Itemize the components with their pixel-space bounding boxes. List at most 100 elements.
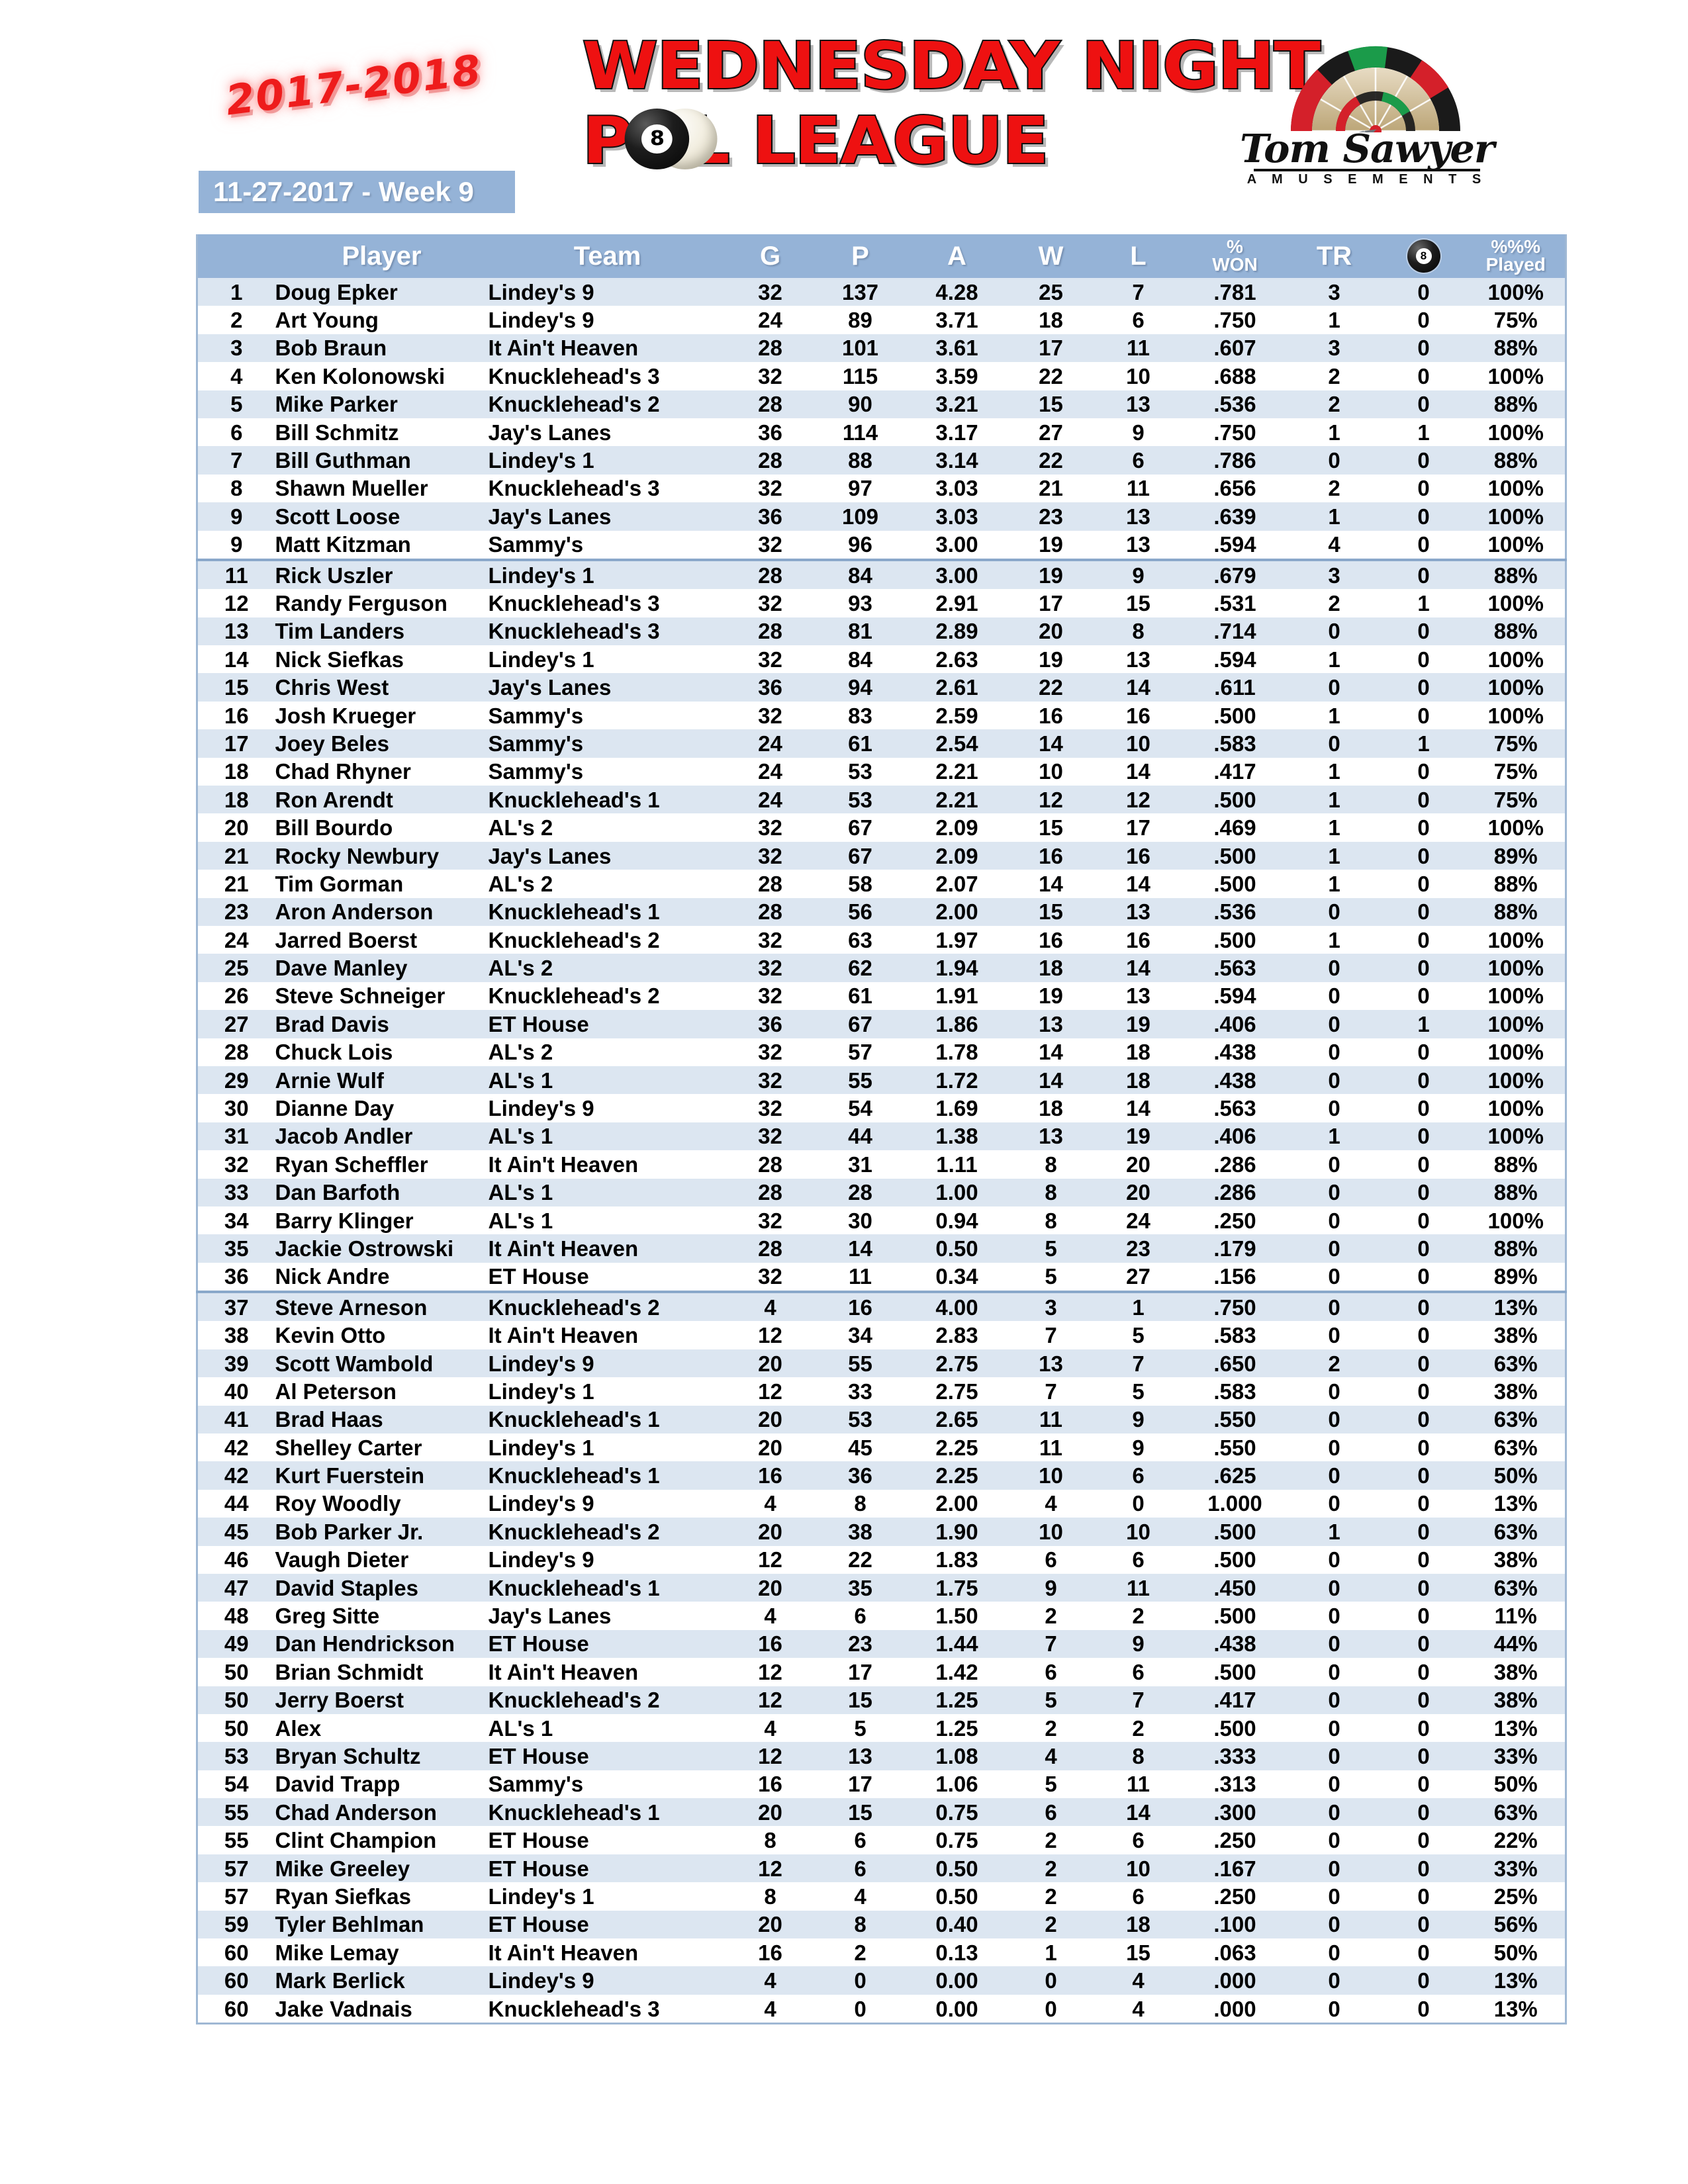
player-name-cell: Chad Anderson	[275, 1798, 489, 1827]
eight-ball-count-cell: 0	[1380, 954, 1467, 982]
points-cell: 84	[814, 645, 907, 674]
wins-cell: 18	[1007, 306, 1095, 334]
games-cell: 20	[726, 1433, 814, 1462]
col-header-losses: L	[1094, 234, 1182, 278]
average-cell: 1.50	[906, 1602, 1008, 1630]
average-cell: 3.00	[906, 530, 1008, 561]
wins-cell: 7	[1007, 1377, 1095, 1406]
table-runs-cell: 0	[1288, 729, 1381, 758]
table-row: 47 David Staples Knucklehead's 1 20 35 1.75 9 1…	[197, 1573, 1566, 1602]
eight-ball-count-cell: 0	[1380, 1489, 1467, 1518]
rank-cell: 50	[197, 1686, 275, 1714]
player-name-cell: Kevin Otto	[275, 1321, 489, 1349]
table-runs-cell: 0	[1288, 1150, 1381, 1179]
team-name-cell: Knucklehead's 2	[488, 1686, 727, 1714]
games-cell: 20	[726, 1798, 814, 1827]
losses-cell: 24	[1094, 1206, 1182, 1235]
table-runs-cell: 0	[1288, 1854, 1381, 1883]
player-standings-table: Player Team G P A W L % WON TR %%% Pla	[196, 234, 1567, 2025]
eight-ball-count-cell: 0	[1380, 1461, 1467, 1490]
title-line-1: WEDNESDAY NIGHT	[581, 28, 1322, 103]
team-name-cell: Knucklehead's 1	[488, 786, 727, 814]
points-cell: 137	[814, 278, 907, 306]
average-cell: 2.21	[906, 786, 1008, 814]
percent-won-cell: .333	[1182, 1742, 1288, 1770]
team-name-cell: Knucklehead's 1	[488, 1405, 727, 1434]
player-name-cell: Ryan Siefkas	[275, 1882, 489, 1911]
team-name-cell: Knucklehead's 2	[488, 981, 727, 1011]
team-name-cell: Lindey's 1	[488, 1882, 727, 1911]
team-name-cell: Lindey's 1	[488, 446, 727, 475]
player-name-cell: Steve Arneson	[275, 1292, 489, 1322]
games-cell: 28	[726, 1150, 814, 1179]
wins-cell: 22	[1007, 362, 1095, 390]
table-runs-cell: 1	[1288, 1518, 1381, 1546]
average-cell: 1.94	[906, 954, 1008, 982]
percent-won-cell: .650	[1182, 1349, 1288, 1378]
wins-cell: 15	[1007, 813, 1095, 842]
col-header-rank	[197, 234, 275, 278]
points-cell: 44	[814, 1122, 907, 1151]
points-cell: 53	[814, 757, 907, 786]
player-name-cell: Jackie Ostrowski	[275, 1234, 489, 1263]
player-name-cell: Kurt Fuerstein	[275, 1461, 489, 1490]
col-header-percent-won: % WON	[1182, 234, 1288, 278]
percent-played-cell: 38%	[1466, 1377, 1566, 1406]
points-cell: 33	[814, 1377, 907, 1406]
col-header-percent-played: %%% Played	[1466, 234, 1566, 278]
wins-cell: 8	[1007, 1206, 1095, 1235]
losses-cell: 17	[1094, 813, 1182, 842]
table-runs-cell: 1	[1288, 757, 1381, 786]
losses-cell: 19	[1094, 1122, 1182, 1151]
losses-cell: 8	[1094, 617, 1182, 646]
table-runs-cell: 0	[1288, 1882, 1381, 1911]
losses-cell: 9	[1094, 418, 1182, 447]
games-cell: 24	[726, 786, 814, 814]
average-cell: 2.65	[906, 1405, 1008, 1434]
percent-played-cell: 63%	[1466, 1433, 1566, 1462]
table-runs-cell: 1	[1288, 786, 1381, 814]
eight-ball-count-cell: 0	[1380, 1234, 1467, 1263]
games-cell: 4	[726, 1602, 814, 1630]
points-cell: 17	[814, 1770, 907, 1799]
percent-won-cell: 1.000	[1182, 1489, 1288, 1518]
table-runs-cell: 0	[1288, 1713, 1381, 1743]
losses-cell: 23	[1094, 1234, 1182, 1263]
games-cell: 32	[726, 841, 814, 870]
eight-ball-count-cell: 0	[1380, 1066, 1467, 1095]
table-runs-cell: 1	[1288, 813, 1381, 842]
team-name-cell: AL's 2	[488, 954, 727, 982]
player-name-cell: Ken Kolonowski	[275, 362, 489, 390]
percent-won-cell: .438	[1182, 1066, 1288, 1095]
games-cell: 32	[726, 925, 814, 954]
table-runs-cell: 2	[1288, 1349, 1381, 1378]
percent-won-cell: .714	[1182, 617, 1288, 646]
points-cell: 0	[814, 1966, 907, 1995]
player-name-cell: Rocky Newbury	[275, 841, 489, 870]
player-name-cell: Greg Sitte	[275, 1602, 489, 1630]
player-name-cell: Scott Wambold	[275, 1349, 489, 1378]
table-header: Player Team G P A W L % WON TR %%% Pla	[197, 234, 1566, 278]
eight-ball-count-cell: 0	[1380, 530, 1467, 561]
losses-cell: 6	[1094, 1658, 1182, 1686]
table-runs-cell: 0	[1288, 673, 1381, 702]
table-runs-cell: 0	[1288, 1629, 1381, 1659]
percent-played-cell: 100%	[1466, 925, 1566, 954]
losses-cell: 13	[1094, 502, 1182, 531]
percent-won-cell: .750	[1182, 1292, 1288, 1322]
eight-ball-count-cell: 1	[1380, 729, 1467, 758]
wins-cell: 21	[1007, 474, 1095, 503]
standings-table-wrapper: Player Team G P A W L % WON TR %%% Pla	[196, 234, 1567, 2025]
average-cell: 1.44	[906, 1629, 1008, 1659]
games-cell: 32	[726, 813, 814, 842]
table-row: 1 Doug Epker Lindey's 9 32 137 4.28 25 7.781 3 0 1…	[197, 278, 1566, 306]
average-cell: 1.83	[906, 1545, 1008, 1574]
percent-played-cell: 100%	[1466, 530, 1566, 561]
games-cell: 12	[726, 1742, 814, 1770]
percent-played-cell: 100%	[1466, 1038, 1566, 1066]
average-cell: 3.14	[906, 446, 1008, 475]
points-cell: 28	[814, 1178, 907, 1206]
percent-won-cell: .656	[1182, 474, 1288, 503]
points-cell: 88	[814, 446, 907, 475]
player-name-cell: David Trapp	[275, 1770, 489, 1799]
